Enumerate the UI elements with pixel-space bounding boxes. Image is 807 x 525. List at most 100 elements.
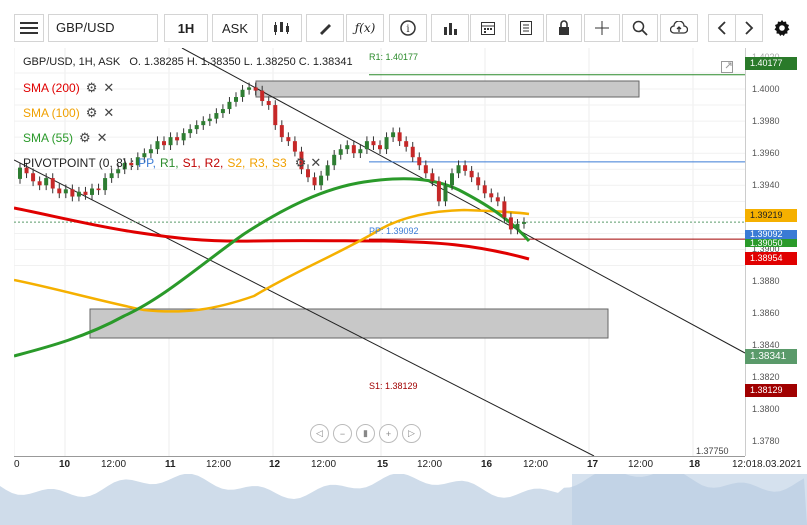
navigator-overview[interactable] xyxy=(0,474,807,525)
time-label: 12:00 xyxy=(311,459,337,470)
time-label: 16 xyxy=(481,459,493,470)
draw-pencil-icon[interactable] xyxy=(306,14,344,42)
candle-body xyxy=(247,87,252,90)
info-icon[interactable]: i xyxy=(389,14,427,42)
gear-icon[interactable]: ⚙ xyxy=(86,105,98,121)
price-tick: 1.3960 xyxy=(752,148,780,158)
gear-icon[interactable]: ⚙ xyxy=(79,130,91,146)
candle-body xyxy=(214,113,219,119)
indicator-sma100: SMA (100) ⚙ ✕ xyxy=(23,105,114,121)
candle-body xyxy=(201,121,206,126)
candle-body xyxy=(240,89,245,98)
function-indicator-icon[interactable]: ƒ(x) xyxy=(346,14,384,42)
price-tick: 1.3860 xyxy=(752,308,780,318)
hamburger-menu-icon[interactable] xyxy=(14,14,44,42)
demand-zone xyxy=(89,308,609,339)
candle-body xyxy=(430,173,435,182)
gear-icon[interactable]: ⚙ xyxy=(86,80,98,96)
scroll-left-icon[interactable]: ◁ xyxy=(310,424,329,443)
zoom-search-icon[interactable] xyxy=(622,14,658,42)
calendar-icon[interactable] xyxy=(470,14,506,42)
candle-body xyxy=(273,105,278,126)
candle-body xyxy=(279,125,284,138)
navigator-window xyxy=(572,474,807,525)
candle-body xyxy=(345,145,350,150)
candle-body xyxy=(31,173,36,182)
candle-body xyxy=(70,189,75,197)
candle-body xyxy=(391,132,396,138)
scroll-right-icon[interactable]: ▷ xyxy=(402,424,421,443)
expand-icon[interactable] xyxy=(720,60,734,74)
reset-zoom-icon[interactable]: ▮ xyxy=(356,424,375,443)
candles-chart-type-icon[interactable] xyxy=(262,14,302,42)
pp-price-tag: 1.39092 xyxy=(745,230,797,239)
candle-body xyxy=(443,185,448,202)
candle-body xyxy=(220,109,225,114)
zoom-in-icon[interactable]: + xyxy=(379,424,398,443)
candle-body xyxy=(181,133,186,141)
current-price-tag: 1.38341 xyxy=(745,349,797,364)
price-chart[interactable] xyxy=(14,48,745,456)
pivot-separator: : xyxy=(130,156,135,170)
chevron-right-icon[interactable] xyxy=(735,14,763,42)
time-label: 12:00 xyxy=(206,459,232,470)
crosshair-icon[interactable] xyxy=(584,14,620,42)
lock-icon[interactable] xyxy=(546,14,582,42)
timeframe-button[interactable]: 1H xyxy=(164,14,208,42)
candle-body xyxy=(515,223,520,230)
candle-body xyxy=(456,165,461,174)
cloud-upload-icon[interactable] xyxy=(660,14,698,42)
time-label: 12:00 xyxy=(628,459,654,470)
indicator-label[interactable]: PIVOTPOINT (0, 8) xyxy=(23,156,127,170)
price-tick: 1.3820 xyxy=(752,372,780,382)
instrument-info: GBP/USD, 1H, ASK O. 1.38285 H. 1.38350 L… xyxy=(23,56,353,68)
candle-body xyxy=(410,146,415,158)
close-icon[interactable]: ✕ xyxy=(97,130,108,146)
symbol-selector[interactable]: GBP/USD xyxy=(48,14,158,42)
candle-body xyxy=(96,188,101,191)
candle-body xyxy=(155,141,160,150)
pivot-s3: S3 xyxy=(272,156,287,170)
time-label: 18 xyxy=(689,459,701,470)
indicator-label[interactable]: SMA (55) xyxy=(23,131,73,145)
candle-body xyxy=(384,137,389,150)
candle-body xyxy=(57,188,62,194)
s1-price-tag: 1.38129 xyxy=(745,384,797,397)
supply-zone xyxy=(255,80,640,98)
bottom-level-label: 1.37750 xyxy=(696,446,729,456)
indicator-label[interactable]: SMA (100) xyxy=(23,106,80,120)
candle-body xyxy=(319,175,324,186)
indicator-label[interactable]: SMA (200) xyxy=(23,81,80,95)
close-icon[interactable]: ✕ xyxy=(310,155,321,171)
candle-body xyxy=(476,177,481,186)
pivot-pp: PP, xyxy=(138,156,156,170)
candle-body xyxy=(162,141,166,146)
time-axis[interactable]: 0 10 12:00 11 12:00 12 12:00 15 12:00 16… xyxy=(14,456,807,472)
close-icon[interactable]: ✕ xyxy=(103,80,114,96)
candle-body xyxy=(378,145,382,150)
chevron-left-icon[interactable] xyxy=(708,14,736,42)
zoom-out-icon[interactable]: − xyxy=(333,424,352,443)
candle-body xyxy=(371,141,376,146)
candle-body xyxy=(50,178,55,189)
pivot-r3: R3, xyxy=(249,156,269,170)
candle-body xyxy=(436,181,441,202)
pivot-r2: R2, xyxy=(204,156,224,170)
close-icon[interactable]: ✕ xyxy=(103,105,114,121)
toolbar: GBP/USD 1H ASK ƒ(x) i xyxy=(0,0,807,46)
gear-icon[interactable]: ⚙ xyxy=(295,155,307,171)
price-tick: 1.3780 xyxy=(752,436,780,446)
candle-body xyxy=(332,154,337,166)
candle-body xyxy=(63,189,68,194)
candle-body xyxy=(227,101,232,110)
candle-body xyxy=(76,191,81,197)
gear-icon[interactable] xyxy=(767,14,797,42)
candle-body xyxy=(292,141,297,152)
candle-body xyxy=(508,217,513,230)
news-icon[interactable] xyxy=(508,14,544,42)
candle-body xyxy=(312,177,317,186)
price-type-button[interactable]: ASK xyxy=(212,14,258,42)
bar-chart-icon[interactable] xyxy=(431,14,469,42)
time-label: 15 xyxy=(377,459,389,470)
candle-body xyxy=(489,193,494,198)
